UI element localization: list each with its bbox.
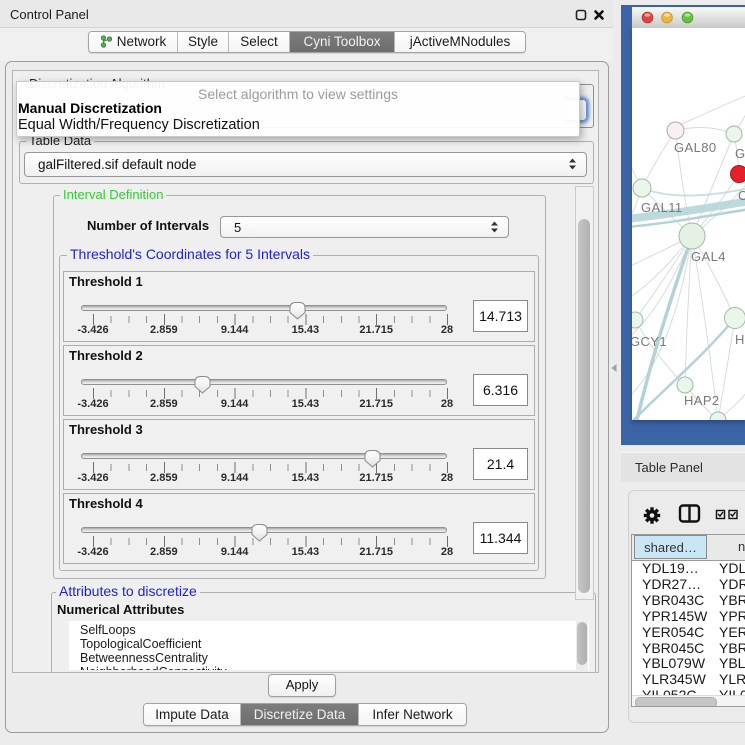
svg-text:GAL4: GAL4	[691, 249, 726, 264]
svg-text:C: C	[738, 188, 745, 203]
svg-text:H: H	[735, 332, 745, 347]
svg-text:GCY1: GCY1	[632, 334, 667, 349]
svg-text:HAP2: HAP2	[684, 393, 720, 408]
svg-text:G.: G.	[735, 146, 745, 161]
svg-text:GAL11: GAL11	[641, 200, 683, 215]
svg-text:GAL80: GAL80	[674, 140, 716, 155]
